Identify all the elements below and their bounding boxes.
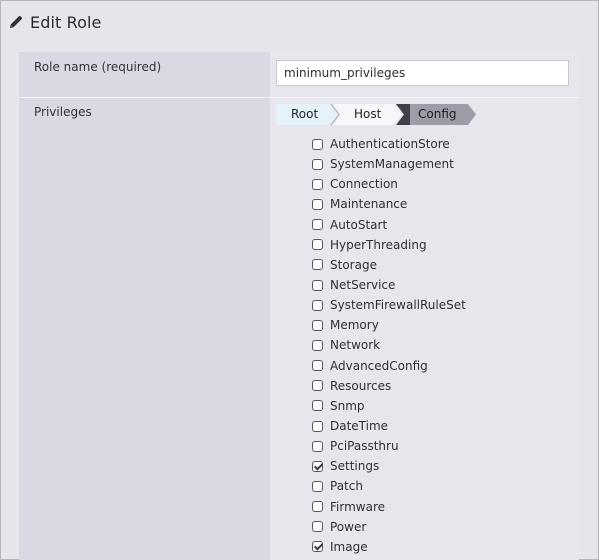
privilege-checkbox[interactable]	[312, 138, 323, 150]
privilege-checkbox[interactable]	[312, 501, 323, 513]
privilege-label: Network	[330, 338, 381, 353]
privilege-label: Resources	[330, 378, 392, 393]
privilege-row[interactable]: Memory	[312, 315, 572, 335]
privilege-label: DateTime	[330, 419, 389, 434]
privilege-checkbox[interactable]	[312, 380, 323, 392]
privilege-checkbox[interactable]	[312, 360, 323, 372]
privilege-row[interactable]: Image	[312, 537, 572, 557]
privilege-label: Settings	[330, 459, 380, 474]
privilege-checkbox[interactable]	[312, 521, 323, 533]
privilege-row[interactable]: Snmp	[312, 396, 572, 416]
privilege-label: Patch	[330, 479, 363, 494]
privilege-row[interactable]: PciPassthru	[312, 436, 572, 456]
privilege-label: AutoStart	[330, 217, 388, 232]
breadcrumb-root[interactable]: Root	[276, 104, 338, 125]
breadcrumb-config-label: Config	[418, 107, 457, 121]
privilege-label: HyperThreading	[330, 237, 427, 252]
privilege-checkbox[interactable]	[312, 158, 323, 170]
privilege-row[interactable]: AuthenticationStore	[312, 134, 572, 154]
privilege-row[interactable]: NetService	[312, 275, 572, 295]
privilege-checkbox[interactable]	[312, 460, 323, 472]
dialog-header: Edit Role	[8, 10, 101, 34]
privilege-checkbox[interactable]	[312, 178, 323, 190]
privilege-row[interactable]: Settings	[312, 456, 572, 476]
privilege-checkbox[interactable]	[312, 440, 323, 452]
role-name-input[interactable]	[276, 60, 569, 86]
privilege-label: SystemManagement	[330, 157, 454, 172]
labels-column	[19, 52, 270, 560]
privilege-label: Connection	[330, 177, 398, 192]
privilege-label: Image	[330, 539, 368, 554]
privilege-row[interactable]: AutoStart	[312, 215, 572, 235]
privilege-label: SystemFirewallRuleSet	[330, 298, 466, 313]
privilege-label: Memory	[330, 318, 379, 333]
privilege-row[interactable]: Power	[312, 517, 572, 537]
row-divider	[19, 97, 579, 98]
privilege-row[interactable]: HyperThreading	[312, 235, 572, 255]
privilege-row[interactable]: SystemManagement	[312, 154, 572, 174]
privilege-row[interactable]: Maintenance	[312, 194, 572, 214]
privilege-row[interactable]: Resources	[312, 376, 572, 396]
privilege-checkbox[interactable]	[312, 219, 323, 231]
privilege-checkbox[interactable]	[312, 541, 323, 553]
privilege-row[interactable]: Connection	[312, 174, 572, 194]
privilege-breadcrumb: Root Host Config	[276, 104, 486, 125]
privilege-label: Firmware	[330, 499, 385, 514]
role-name-label: Role name (required)	[34, 60, 162, 74]
privilege-row[interactable]: Storage	[312, 255, 572, 275]
privilege-checkbox[interactable]	[312, 279, 323, 291]
privilege-row[interactable]: Network	[312, 335, 572, 355]
privilege-checkbox[interactable]	[312, 198, 323, 210]
privilege-checkbox[interactable]	[312, 480, 323, 492]
privilege-checkbox[interactable]	[312, 299, 323, 311]
privilege-label: PciPassthru	[330, 439, 399, 454]
pencil-icon	[10, 16, 22, 28]
privilege-label: Power	[330, 519, 367, 534]
privilege-label: Maintenance	[330, 197, 408, 212]
privilege-row[interactable]: Patch	[312, 476, 572, 496]
privilege-label: AdvancedConfig	[330, 358, 428, 373]
privilege-row[interactable]: DateTime	[312, 416, 572, 436]
privilege-checkbox[interactable]	[312, 400, 323, 412]
privilege-label: Snmp	[330, 398, 365, 413]
privilege-row[interactable]: SystemFirewallRuleSet	[312, 295, 572, 315]
privilege-checkbox[interactable]	[312, 319, 323, 331]
privileges-label: Privileges	[34, 105, 92, 119]
privilege-checkbox[interactable]	[312, 259, 323, 271]
privilege-label: NetService	[330, 278, 396, 293]
privilege-row[interactable]: Firmware	[312, 497, 572, 517]
breadcrumb-host[interactable]: Host	[332, 104, 402, 125]
dialog-title: Edit Role	[30, 12, 102, 32]
privilege-label: AuthenticationStore	[330, 137, 450, 152]
privilege-row[interactable]: AdvancedConfig	[312, 356, 572, 376]
privilege-list: AuthenticationStore SystemManagement Conne…	[312, 134, 572, 557]
privilege-checkbox[interactable]	[312, 339, 323, 351]
privilege-checkbox[interactable]	[312, 239, 323, 251]
privilege-checkbox[interactable]	[312, 420, 323, 432]
privilege-label: Storage	[330, 257, 377, 272]
